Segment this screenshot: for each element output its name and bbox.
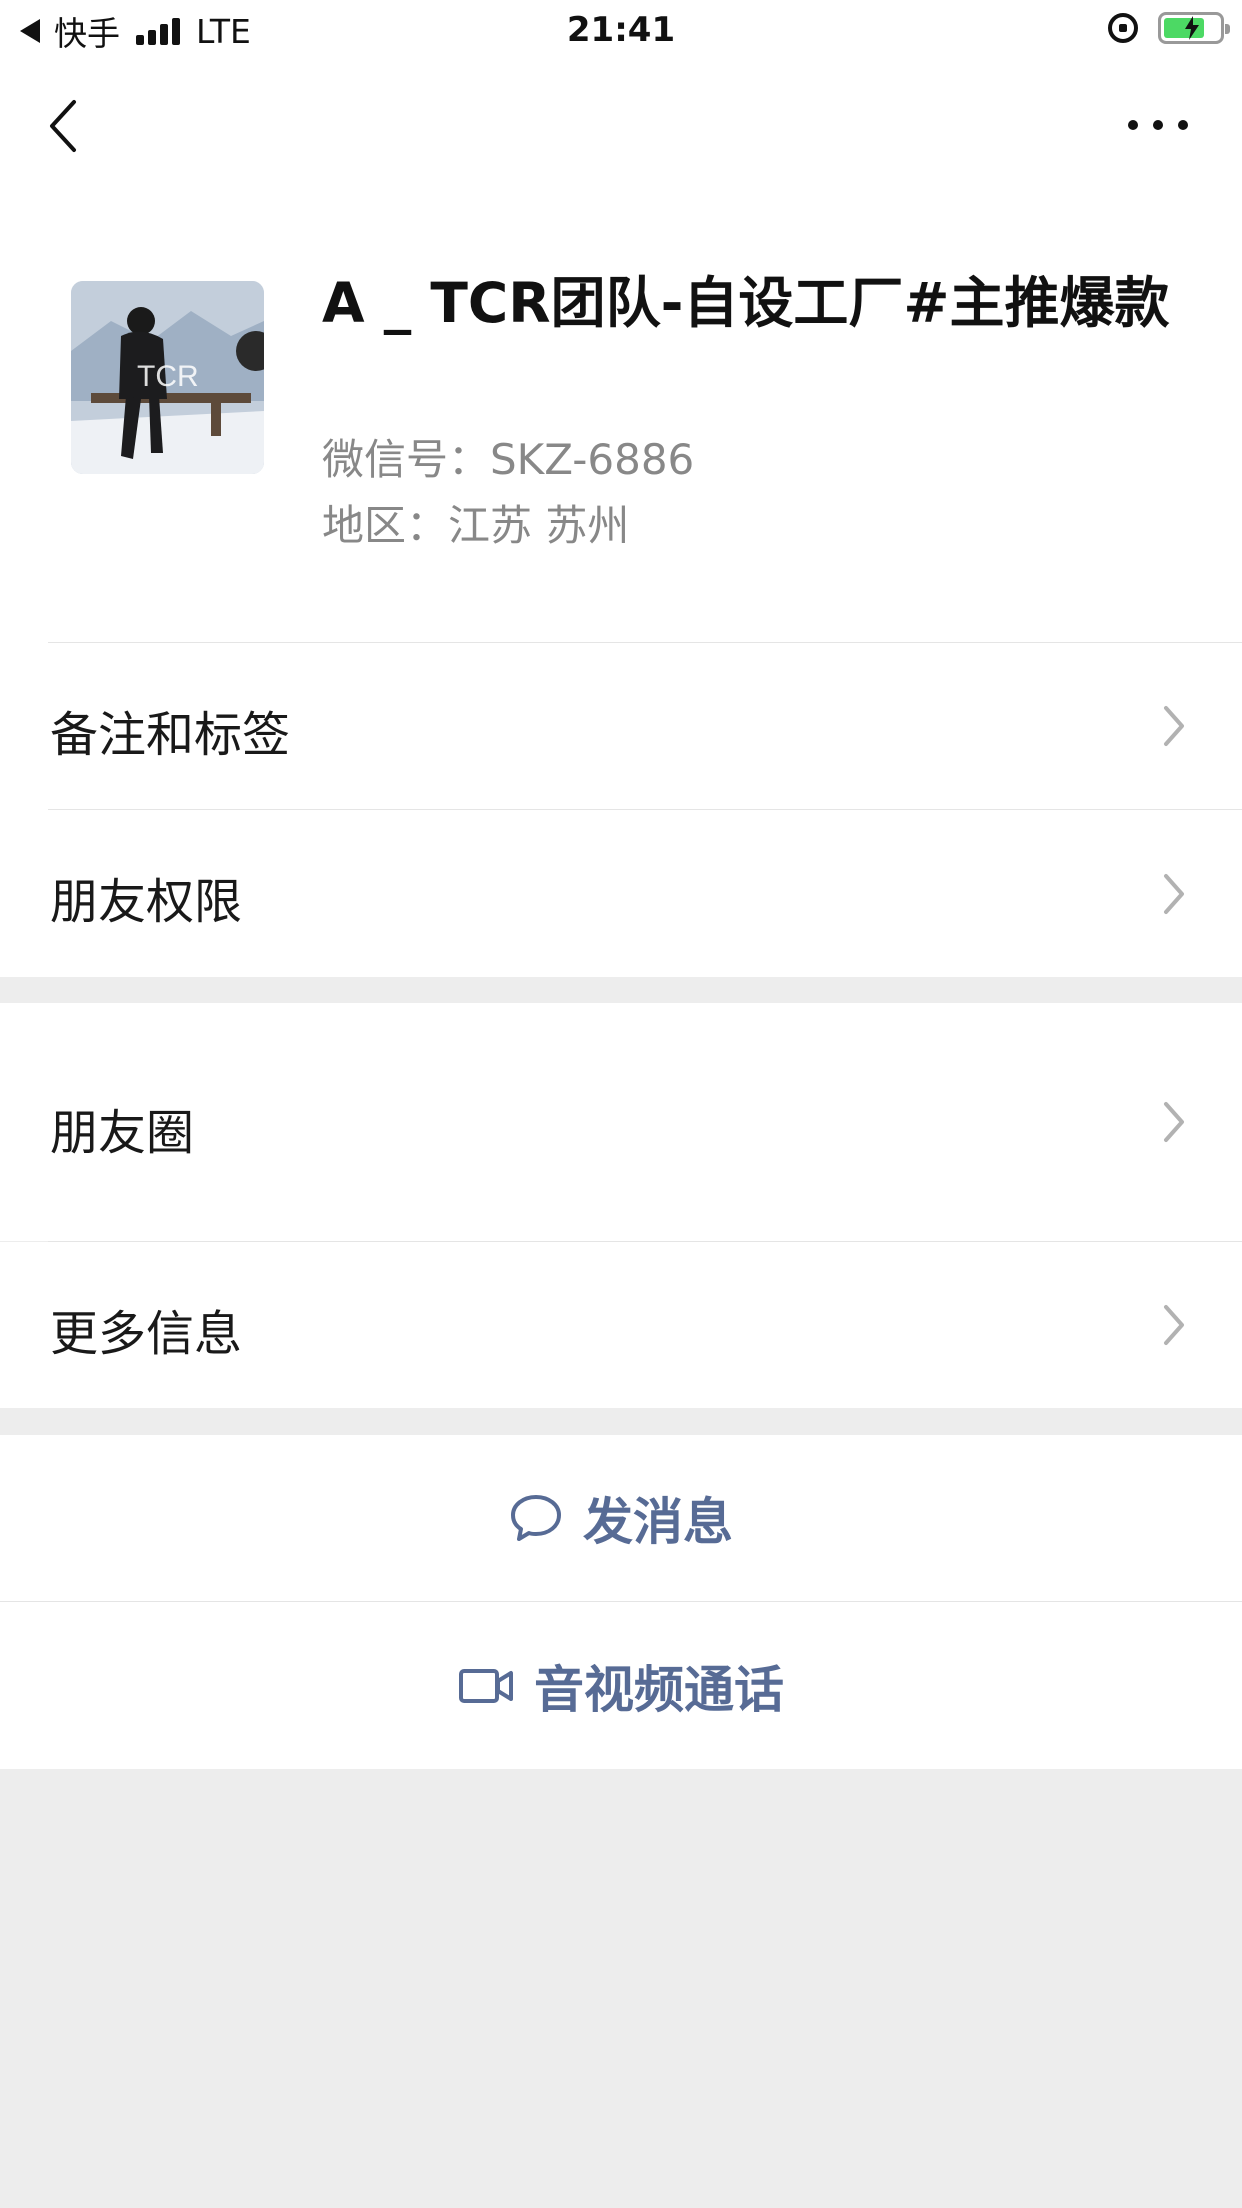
video-camera-icon xyxy=(459,1668,513,1703)
menu-item-more-info[interactable]: 更多信息 xyxy=(0,1242,1242,1408)
avatar[interactable]: TCR xyxy=(71,281,264,474)
chevron-right-icon xyxy=(1164,1102,1184,1142)
send-message-button[interactable]: 发消息 xyxy=(0,1435,1242,1601)
menu-item-label: 朋友圈 xyxy=(50,1105,195,1161)
status-bar-right xyxy=(1108,12,1230,44)
chevron-right-icon xyxy=(1164,1305,1184,1345)
menu-item-label: 朋友权限 xyxy=(50,874,243,930)
status-bar: 快手 LTE 21:41 xyxy=(0,0,1242,62)
wechat-id: 微信号：SKZ-6886 xyxy=(322,435,695,484)
status-time: 21:41 xyxy=(566,10,676,50)
battery-charging-icon xyxy=(1158,12,1230,44)
video-call-label: 音视频通话 xyxy=(534,1660,784,1719)
section-gap xyxy=(0,1408,1242,1435)
more-dots-icon[interactable] xyxy=(1128,110,1188,140)
chevron-right-icon xyxy=(1164,706,1184,746)
send-message-label: 发消息 xyxy=(583,1493,733,1551)
chevron-right-icon xyxy=(1164,874,1184,914)
menu-item-friend-permissions[interactable]: 朋友权限 xyxy=(0,810,1242,977)
chat-bubble-icon xyxy=(511,1495,561,1541)
avatar-text: TCR xyxy=(137,360,199,393)
menu-item-label: 更多信息 xyxy=(50,1306,243,1362)
region: 地区：江苏 苏州 xyxy=(322,501,630,550)
menu-item-label: 备注和标签 xyxy=(50,707,291,763)
profile-name: A _ TCR团队-自设工厂#主推爆款 xyxy=(322,271,1170,335)
menu-item-moments[interactable]: 朋友圈 xyxy=(0,1003,1242,1241)
video-call-button[interactable]: 音视频通话 xyxy=(0,1602,1242,1769)
section-gap xyxy=(0,977,1242,1003)
chevron-left-icon[interactable] xyxy=(44,96,84,156)
menu-item-remarks-tags[interactable]: 备注和标签 xyxy=(0,643,1242,809)
rotation-lock-icon xyxy=(1108,13,1138,43)
